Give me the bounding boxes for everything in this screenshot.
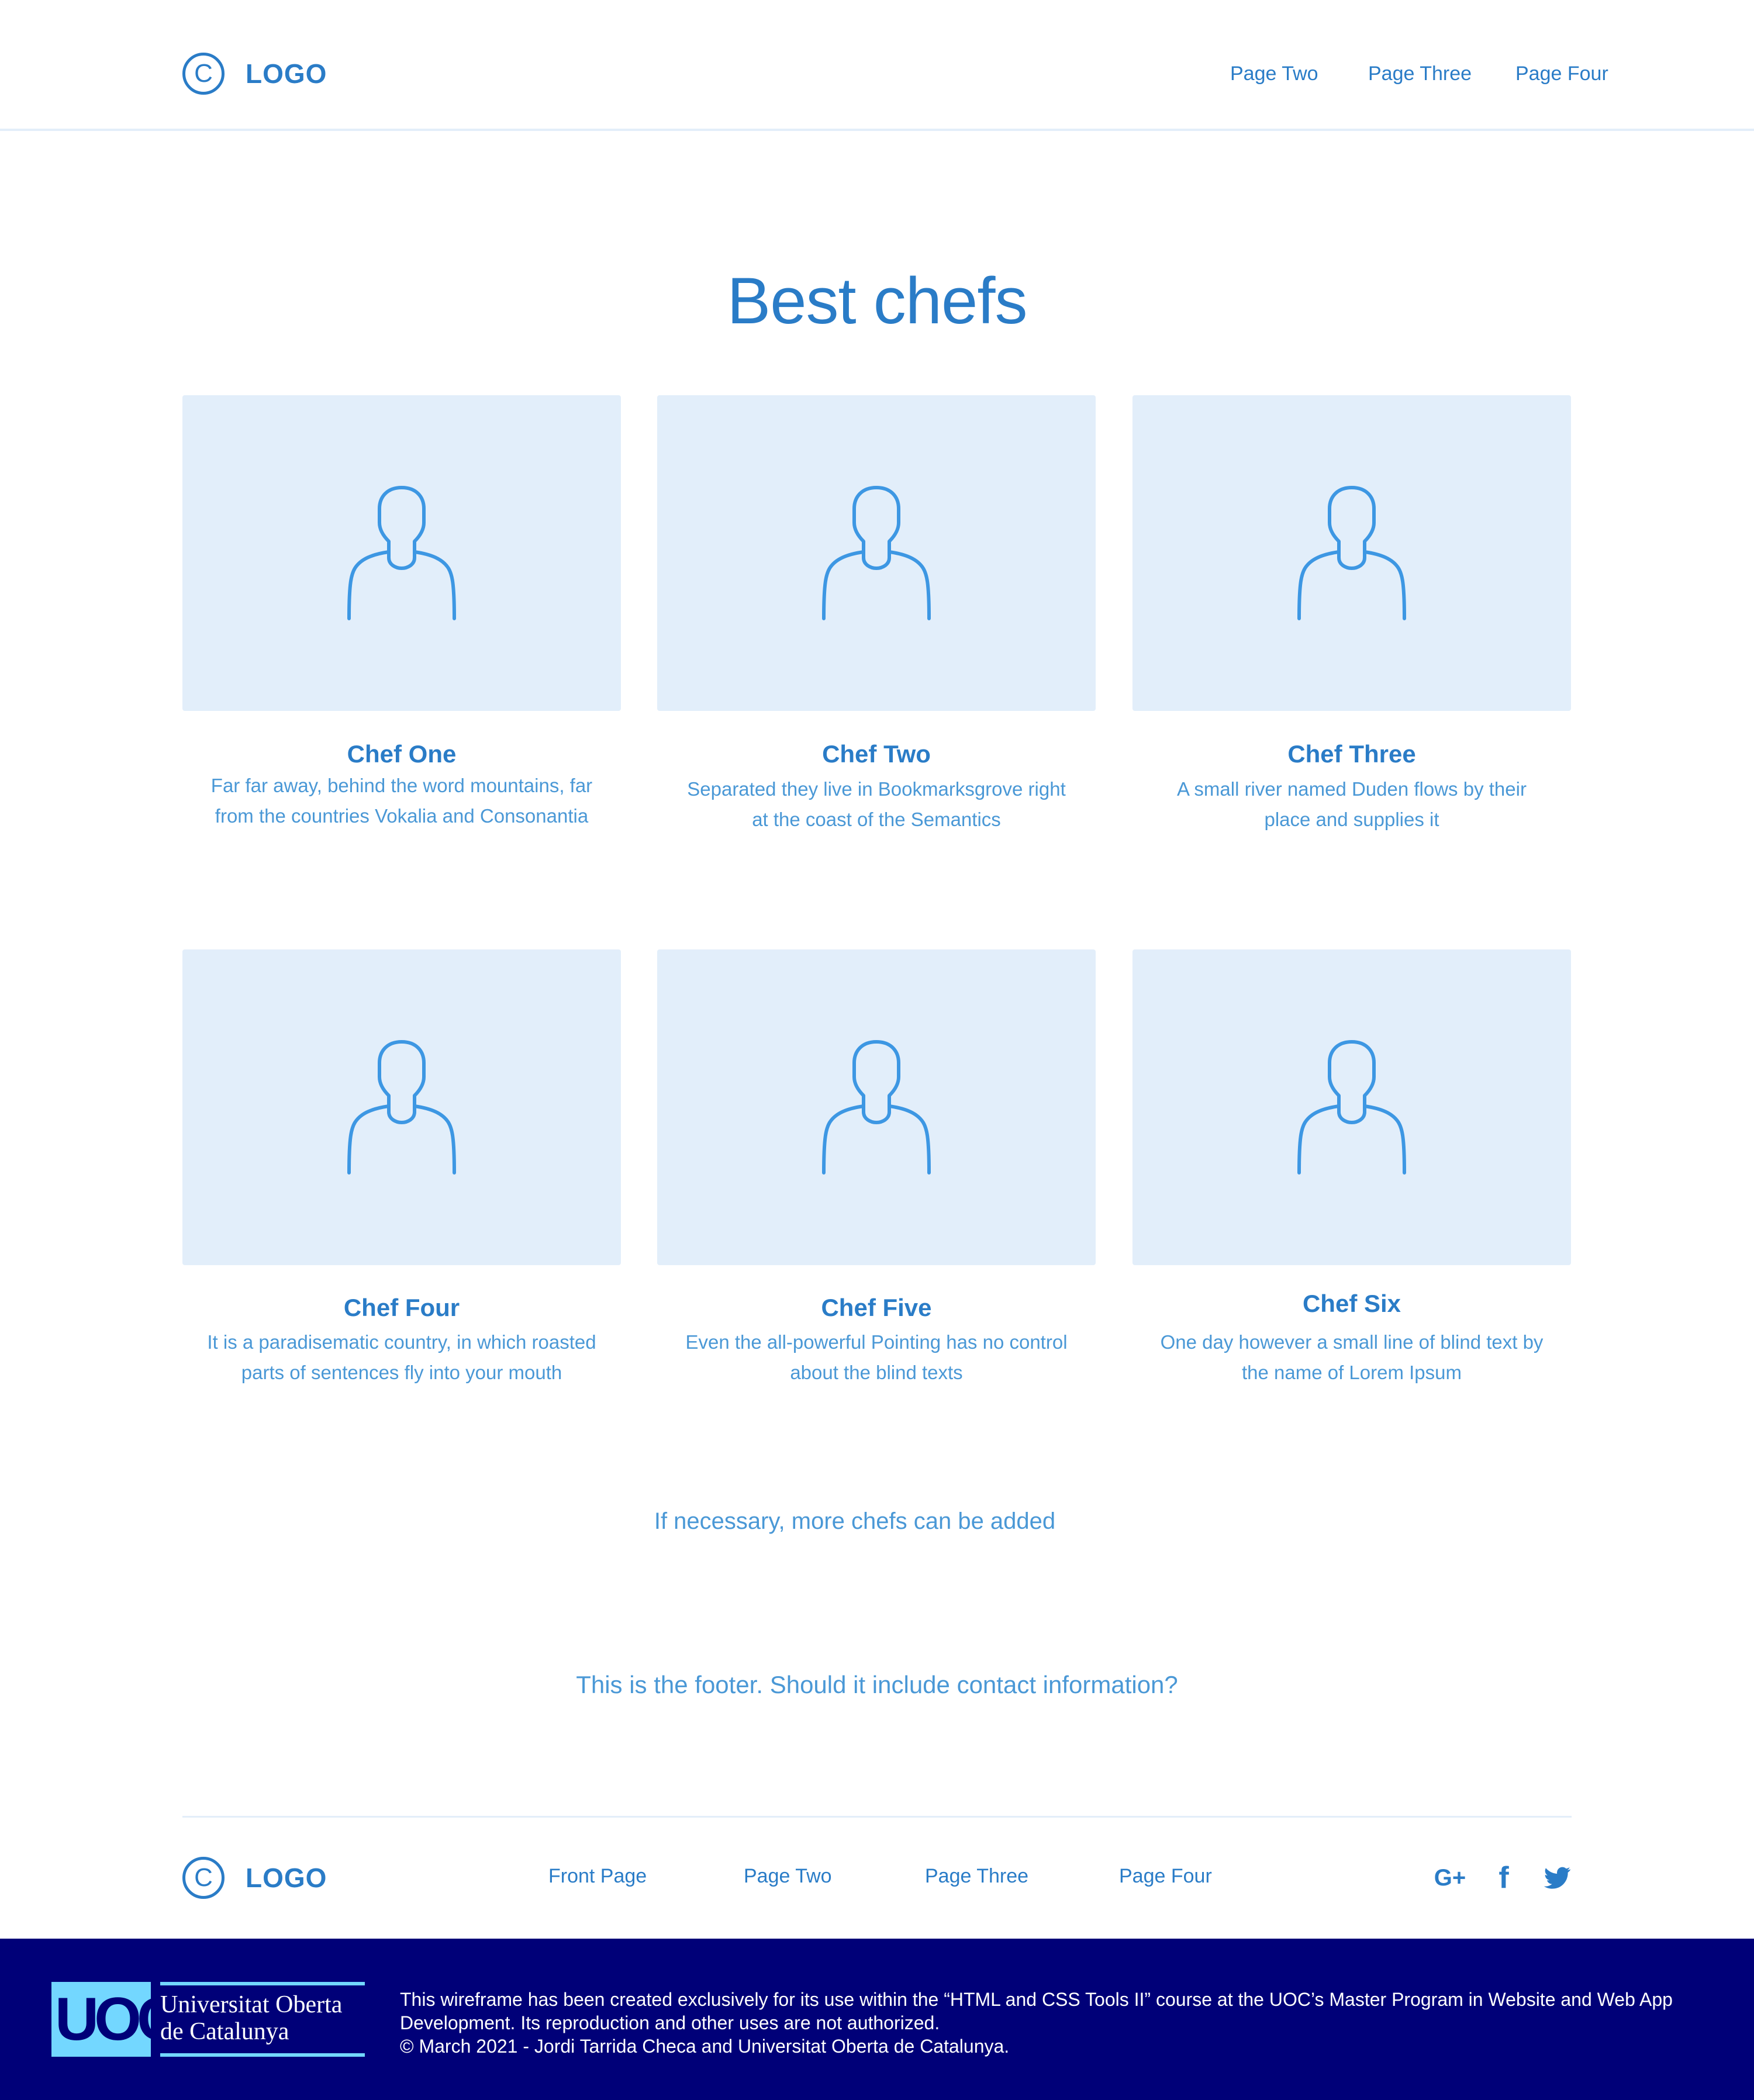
- more-chefs-note: If necessary, more chefs can be added: [654, 1508, 1056, 1534]
- user-avatar-icon: [1297, 486, 1406, 620]
- user-avatar-icon: [347, 1040, 456, 1175]
- page-title: Best chefs: [727, 264, 1028, 337]
- twitter-bird-icon: [1544, 1867, 1570, 1889]
- chef-description: Separated they live in Bookmarksgrove ri…: [687, 778, 1066, 830]
- chef-name[interactable]: Chef Four: [182, 1294, 621, 1322]
- chef-photo-placeholder[interactable]: [657, 949, 1096, 1265]
- copyright-notice: This wireframe has been created exclusiv…: [400, 1988, 1710, 2058]
- site-header: C LOGO Page Two Page Three Page Four: [0, 0, 1754, 131]
- footer-note: This is the footer. Should it include co…: [576, 1671, 1178, 1698]
- chef-description: It is a paradisematic country, in which …: [207, 1331, 596, 1383]
- chef-name[interactable]: Chef One: [182, 740, 621, 768]
- nav-page-four[interactable]: Page Four: [1515, 63, 1608, 85]
- copyright-logo-icon: C: [182, 53, 225, 95]
- footer-nav-page-four[interactable]: Page Four: [1119, 1865, 1212, 1888]
- copyright-logo-icon: C: [182, 1857, 225, 1899]
- chef-photo-placeholder[interactable]: [182, 395, 621, 711]
- chef-photo-placeholder[interactable]: [182, 949, 621, 1265]
- chef-name[interactable]: Chef Five: [657, 1294, 1096, 1322]
- chef-photo-placeholder[interactable]: [1132, 949, 1571, 1265]
- uoc-logo[interactable]: UOC Universitat Oberta de Catalunya: [51, 1982, 365, 2057]
- chef-name[interactable]: Chef Six: [1132, 1290, 1571, 1318]
- twitter-icon[interactable]: [1542, 1861, 1572, 1894]
- chef-photo-placeholder[interactable]: [657, 395, 1096, 711]
- chef-description: One day however a small line of blind te…: [1160, 1331, 1544, 1383]
- notice-text: This wireframe has been created exclusiv…: [400, 1989, 1673, 2033]
- uoc-logo-mark: UOC: [51, 1982, 151, 2057]
- chef-description: A small river named Duden flows by their…: [1177, 778, 1527, 830]
- user-avatar-icon: [822, 486, 931, 620]
- chef-description: Even the all-powerful Pointing has no co…: [685, 1331, 1068, 1383]
- footer-logo[interactable]: C LOGO: [182, 1857, 327, 1899]
- footer-nav-front-page[interactable]: Front Page: [548, 1865, 647, 1888]
- nav-page-two[interactable]: Page Two: [1230, 63, 1318, 85]
- institution-banner: UOC Universitat Oberta de Catalunya This…: [0, 1939, 1754, 2100]
- user-avatar-icon: [1297, 1040, 1406, 1175]
- logo-text: LOGO: [246, 58, 327, 89]
- header-logo[interactable]: C LOGO: [182, 53, 327, 95]
- user-avatar-icon: [347, 486, 456, 620]
- copyright-text: © March 2021 - Jordi Tarrida Checa and U…: [400, 2036, 1010, 2057]
- user-avatar-icon: [822, 1040, 931, 1175]
- chef-description: Far far away, behind the word mountains,…: [210, 775, 593, 827]
- logo-text: LOGO: [246, 1863, 327, 1893]
- chef-name[interactable]: Chef Three: [1132, 740, 1571, 768]
- chef-name[interactable]: Chef Two: [657, 740, 1096, 768]
- nav-page-three[interactable]: Page Three: [1368, 63, 1472, 85]
- uoc-name-line2: de Catalunya: [160, 2018, 289, 2045]
- uoc-logo-wordmark: Universitat Oberta de Catalunya: [160, 1982, 365, 2057]
- footer-nav-page-two[interactable]: Page Two: [744, 1865, 832, 1888]
- facebook-icon[interactable]: f: [1493, 1861, 1514, 1895]
- google-plus-icon[interactable]: G+: [1431, 1861, 1469, 1894]
- uoc-name-line1: Universitat Oberta: [160, 1991, 343, 2018]
- footer-nav-page-three[interactable]: Page Three: [925, 1865, 1028, 1888]
- footer-divider: [182, 1816, 1572, 1818]
- chef-photo-placeholder[interactable]: [1132, 395, 1571, 711]
